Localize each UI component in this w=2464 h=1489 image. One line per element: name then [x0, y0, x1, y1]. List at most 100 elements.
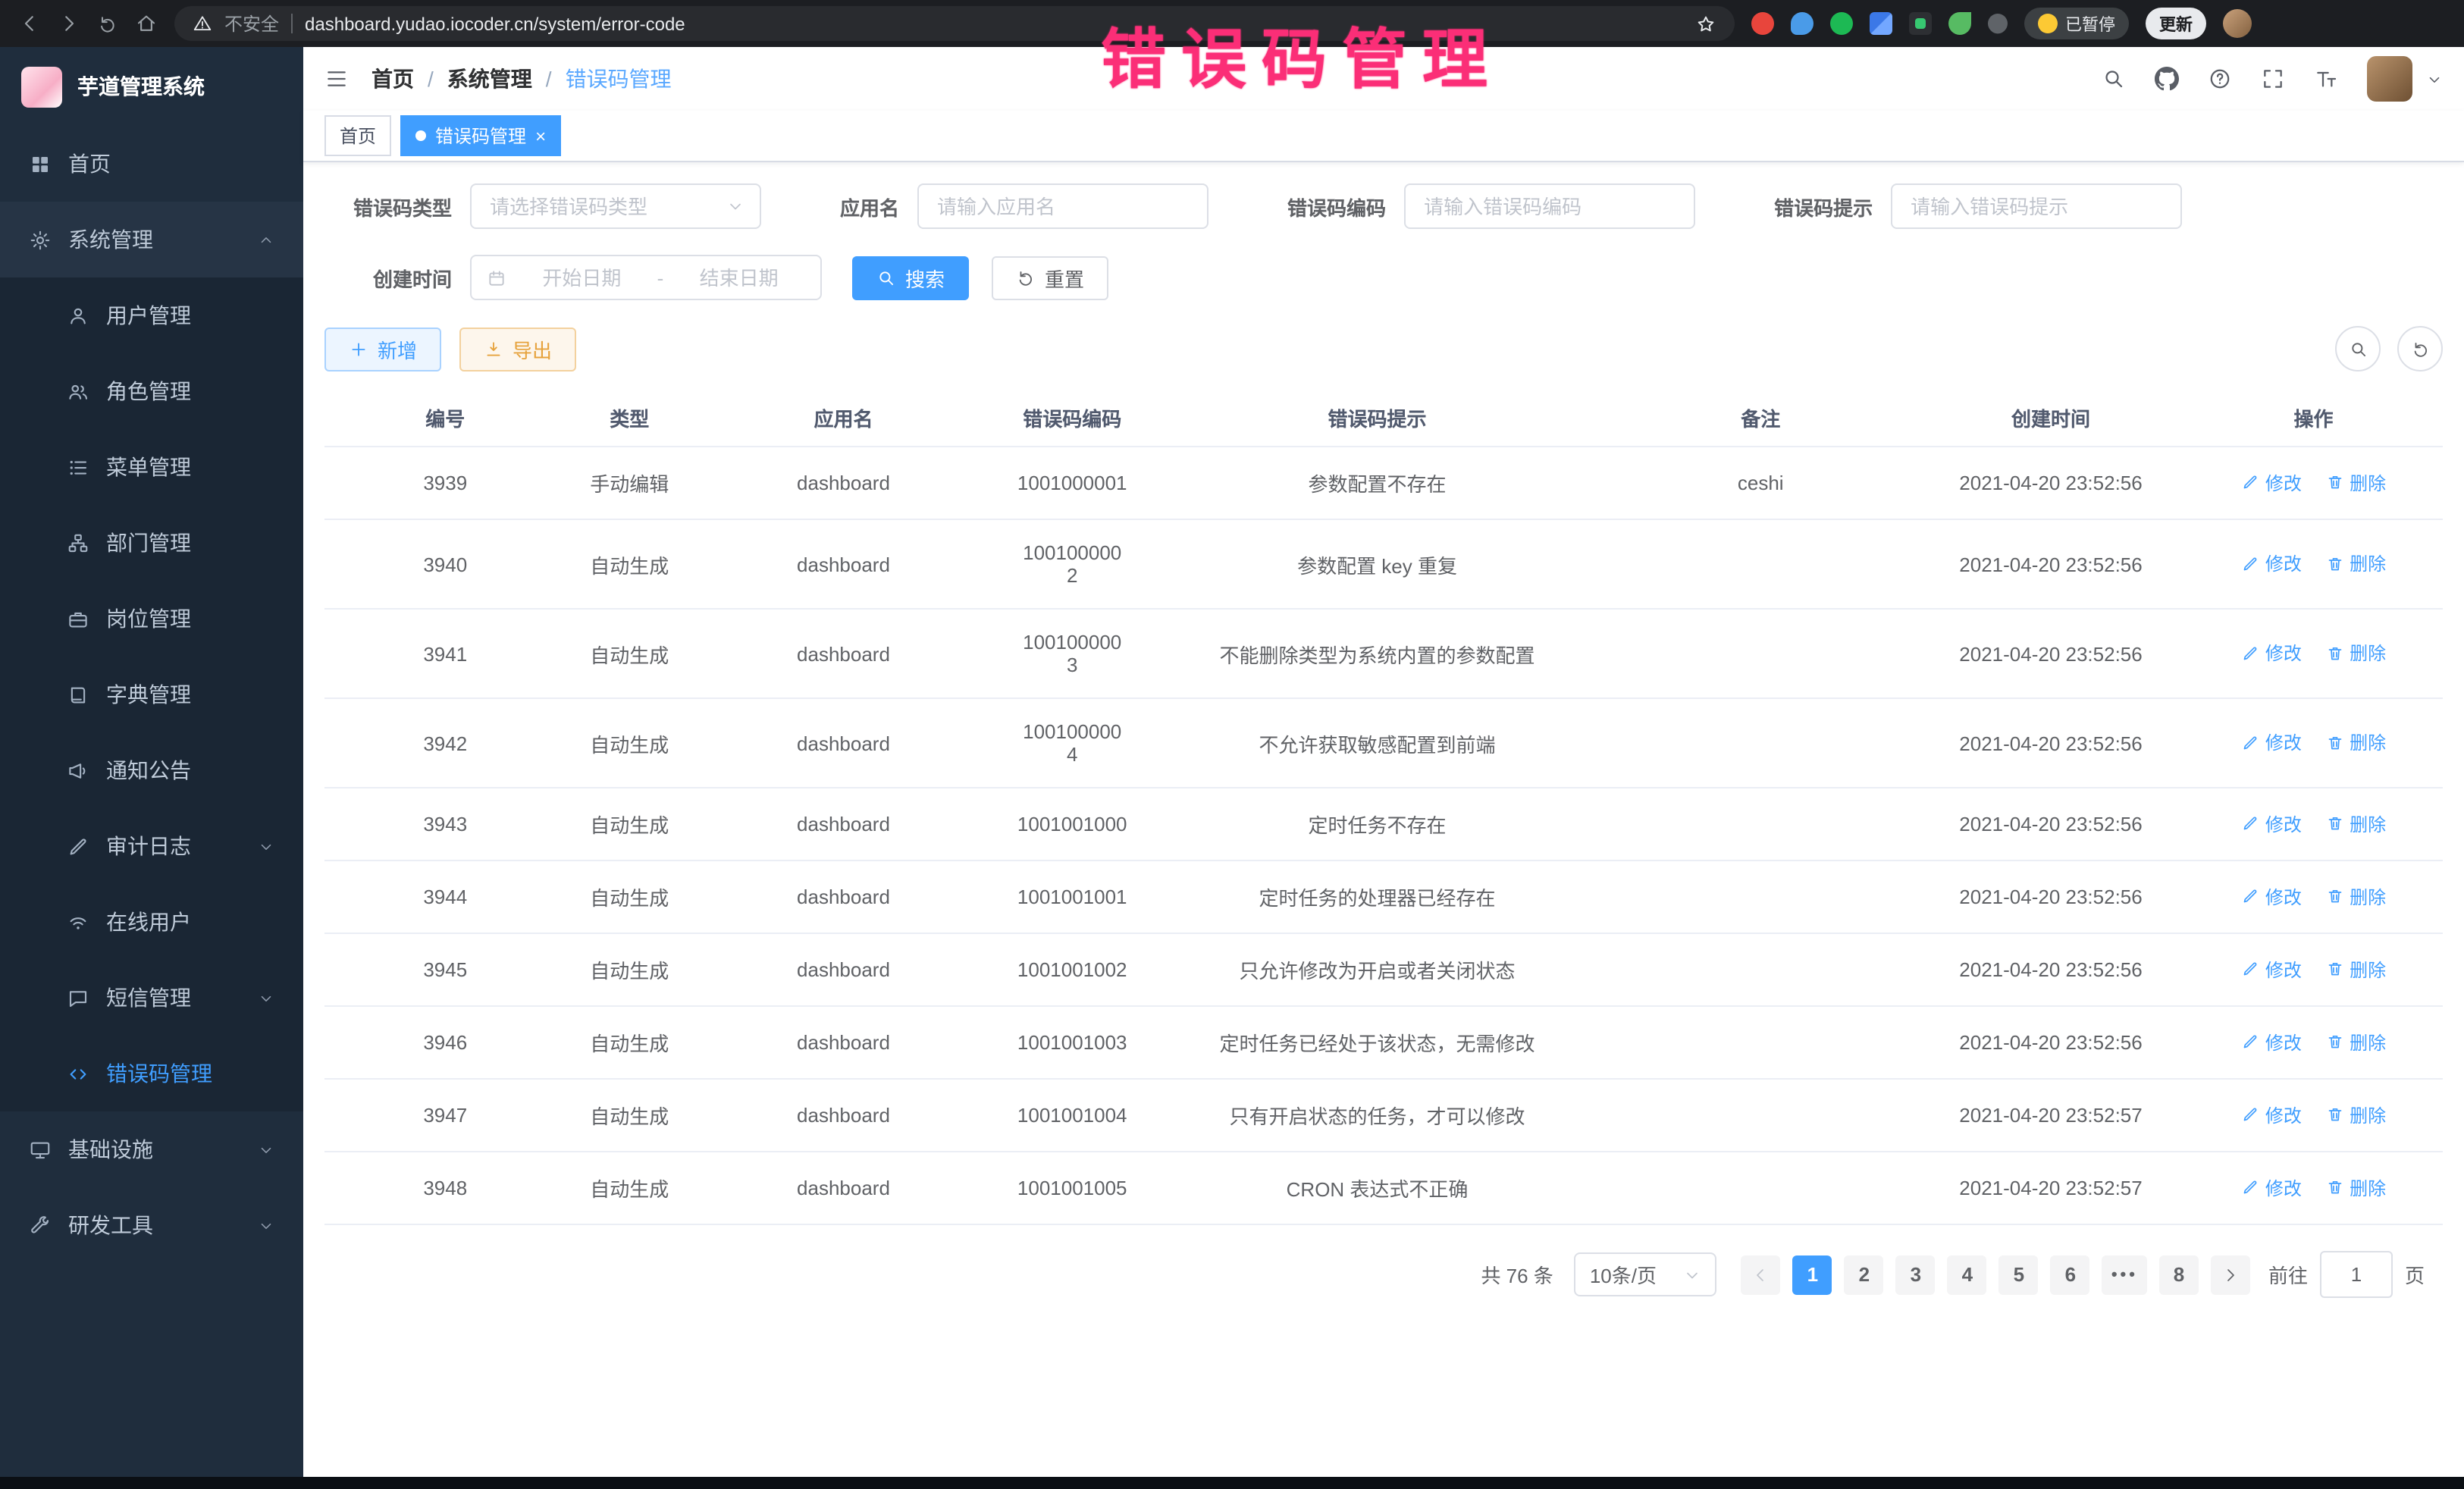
- breadcrumb-system[interactable]: 系统管理: [447, 64, 532, 94]
- error-message-field[interactable]: [1891, 183, 2182, 229]
- home-icon[interactable]: [135, 12, 158, 35]
- page-button-3[interactable]: 3: [1896, 1255, 1936, 1294]
- extension-switch-icon[interactable]: [1909, 12, 1932, 35]
- help-icon[interactable]: [2208, 67, 2232, 91]
- add-button[interactable]: 新增: [324, 327, 441, 371]
- tab-home[interactable]: 首页: [324, 115, 391, 156]
- delete-link[interactable]: 删除: [2325, 730, 2386, 756]
- cell-remark: [1604, 1079, 1918, 1152]
- app-window: 芋道管理系统 首页 系统管理 用户管理 角色管理: [0, 47, 2464, 1477]
- forward-icon[interactable]: [58, 12, 80, 35]
- error-code-input[interactable]: [1421, 193, 1679, 219]
- col-type: 类型: [566, 390, 694, 447]
- app-name-field[interactable]: [917, 183, 1208, 229]
- edit-link[interactable]: 修改: [2241, 641, 2302, 666]
- error-message-input[interactable]: [1908, 193, 2165, 219]
- end-date-input[interactable]: [672, 265, 805, 290]
- sidebar-item-error-code[interactable]: 错误码管理: [0, 1036, 303, 1111]
- app-name-input[interactable]: [934, 193, 1192, 219]
- delete-link[interactable]: 删除: [2325, 1030, 2386, 1055]
- next-page-button[interactable]: [2211, 1255, 2250, 1294]
- page-button-2[interactable]: 2: [1845, 1255, 1884, 1294]
- sidebar-item-devtools[interactable]: 研发工具: [0, 1187, 303, 1263]
- sidebar-item-dictionary[interactable]: 字典管理: [0, 657, 303, 732]
- extension-pin-icon[interactable]: [1984, 10, 2012, 38]
- font-size-icon[interactable]: [2314, 67, 2338, 91]
- sidebar-item-departments[interactable]: 部门管理: [0, 505, 303, 581]
- cell-type: 自动生成: [566, 1006, 694, 1079]
- edit-link[interactable]: 修改: [2241, 730, 2302, 756]
- bookmark-star-icon[interactable]: [1695, 13, 1716, 34]
- delete-link[interactable]: 删除: [2325, 470, 2386, 496]
- sidebar-item-online-users[interactable]: 在线用户: [0, 884, 303, 960]
- cell-code: 1001001005: [994, 1152, 1151, 1224]
- pager-more-button[interactable]: •••: [2102, 1255, 2147, 1294]
- prev-page-button[interactable]: [1741, 1255, 1781, 1294]
- search-icon[interactable]: [2102, 67, 2126, 91]
- toggle-search-button[interactable]: [2335, 326, 2381, 371]
- edit-link[interactable]: 修改: [2241, 470, 2302, 496]
- profile-paused-badge[interactable]: 已暂停: [2024, 8, 2129, 39]
- sidebar-item-system[interactable]: 系统管理: [0, 202, 303, 277]
- delete-link[interactable]: 删除: [2325, 551, 2386, 577]
- delete-link[interactable]: 删除: [2325, 1102, 2386, 1128]
- sidebar-item-notices[interactable]: 通知公告: [0, 732, 303, 808]
- error-code-field[interactable]: [1404, 183, 1695, 229]
- extension-red-icon[interactable]: [1751, 12, 1774, 35]
- refresh-table-button[interactable]: [2397, 326, 2443, 371]
- sidebar-fold-button[interactable]: [324, 67, 349, 91]
- fullscreen-icon[interactable]: [2261, 67, 2285, 91]
- user-icon: [67, 304, 89, 327]
- date-range-picker[interactable]: -: [470, 255, 822, 300]
- extension-green-icon[interactable]: [1830, 12, 1853, 35]
- search-button[interactable]: 搜索: [852, 255, 969, 299]
- error-type-input[interactable]: [487, 193, 717, 219]
- sidebar-item-roles[interactable]: 角色管理: [0, 353, 303, 429]
- delete-link[interactable]: 删除: [2325, 811, 2386, 837]
- delete-link[interactable]: 删除: [2325, 641, 2386, 666]
- error-type-select[interactable]: [470, 183, 761, 229]
- edit-link[interactable]: 修改: [2241, 957, 2302, 983]
- extension-grid-icon[interactable]: [1870, 12, 1892, 35]
- start-date-input[interactable]: [516, 265, 648, 290]
- extension-drop-icon[interactable]: [1791, 12, 1814, 35]
- page-button-5[interactable]: 5: [1999, 1255, 2039, 1294]
- extension-leaf-icon[interactable]: [1948, 12, 1971, 35]
- sidebar-item-sms[interactable]: 短信管理: [0, 960, 303, 1036]
- back-icon[interactable]: [18, 12, 41, 35]
- sidebar-item-positions[interactable]: 岗位管理: [0, 581, 303, 657]
- page-button-6[interactable]: 6: [2051, 1255, 2090, 1294]
- page-size-select[interactable]: 10条/页: [1575, 1252, 1717, 1296]
- sidebar-item-label: 系统管理: [68, 224, 153, 255]
- page-button-8[interactable]: 8: [2159, 1255, 2199, 1294]
- edit-link[interactable]: 修改: [2241, 1030, 2302, 1055]
- page-jump-input[interactable]: [2320, 1251, 2393, 1298]
- sidebar-item-menus[interactable]: 菜单管理: [0, 429, 303, 505]
- close-icon[interactable]: ×: [535, 127, 546, 145]
- delete-link[interactable]: 删除: [2325, 957, 2386, 983]
- chevron-down-icon[interactable]: [2426, 71, 2443, 87]
- edit-link[interactable]: 修改: [2241, 1102, 2302, 1128]
- page-button-4[interactable]: 4: [1948, 1255, 1987, 1294]
- sidebar-logo[interactable]: 芋道管理系统: [0, 47, 303, 126]
- browser-update-button[interactable]: 更新: [2146, 8, 2206, 39]
- github-icon[interactable]: [2155, 67, 2179, 91]
- sidebar-item-users[interactable]: 用户管理: [0, 277, 303, 353]
- sidebar-item-home[interactable]: 首页: [0, 126, 303, 202]
- sidebar-item-audit-log[interactable]: 审计日志: [0, 808, 303, 884]
- delete-link[interactable]: 删除: [2325, 884, 2386, 910]
- export-button[interactable]: 导出: [459, 327, 576, 371]
- edit-link[interactable]: 修改: [2241, 884, 2302, 910]
- browser-avatar[interactable]: [2223, 9, 2252, 38]
- user-avatar[interactable]: [2367, 56, 2412, 102]
- delete-link[interactable]: 删除: [2325, 1175, 2386, 1201]
- reset-button[interactable]: 重置: [992, 255, 1108, 299]
- tab-error-code[interactable]: 错误码管理 ×: [400, 115, 561, 156]
- sidebar-item-infrastructure[interactable]: 基础设施: [0, 1111, 303, 1187]
- page-button-1[interactable]: 1: [1793, 1255, 1832, 1294]
- edit-link[interactable]: 修改: [2241, 1175, 2302, 1201]
- edit-link[interactable]: 修改: [2241, 551, 2302, 577]
- reload-icon[interactable]: [97, 13, 118, 34]
- edit-link[interactable]: 修改: [2241, 811, 2302, 837]
- breadcrumb-home[interactable]: 首页: [371, 64, 414, 94]
